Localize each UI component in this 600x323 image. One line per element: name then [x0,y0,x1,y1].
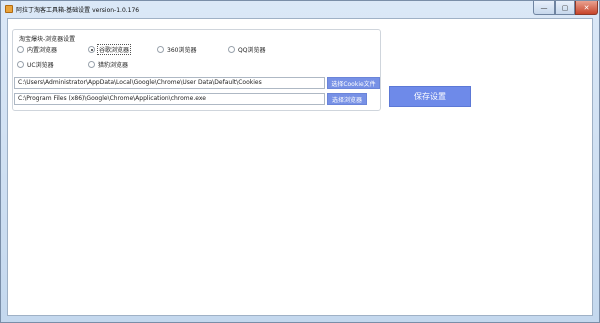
radio-chrome-browser[interactable]: 谷歌浏览器 [88,44,132,55]
save-settings-button[interactable]: 保存设置 [389,86,471,107]
radio-label: UC浏览器 [27,62,54,69]
radio-builtin-browser[interactable]: 内置浏览器 [17,45,57,54]
group-title: 淘宝爆块-浏览器设置 [18,34,77,43]
radio-checked-icon[interactable] [88,46,95,53]
radio-label: QQ浏览器 [238,47,266,54]
title-bar: 阿拉丁淘客工具箱-基础设置 version-1.0.176 — ▢ ✕ [1,1,599,18]
close-icon: ✕ [583,3,590,12]
settings-panel: 淘宝爆块-浏览器设置 内置浏览器 谷歌浏览器 360浏览器 QQ浏览器 UC浏览… [7,18,593,316]
close-button[interactable]: ✕ [575,1,598,15]
radio-label: 谷歌浏览器 [96,44,132,55]
browser-settings-group: 淘宝爆块-浏览器设置 内置浏览器 谷歌浏览器 360浏览器 QQ浏览器 UC浏览… [12,29,381,111]
radio-uc-browser[interactable]: UC浏览器 [17,60,54,69]
radio-label: 猎豹浏览器 [98,62,129,69]
maximize-icon: ▢ [561,3,569,12]
app-window: 阿拉丁淘客工具箱-基础设置 version-1.0.176 — ▢ ✕ 淘宝爆块… [0,0,600,323]
window-title: 阿拉丁淘客工具箱-基础设置 version-1.0.176 [16,7,140,14]
choose-browser-button[interactable]: 选择浏览器 [327,93,367,105]
radio-360-browser[interactable]: 360浏览器 [157,45,196,54]
radio-liebao-browser[interactable]: 猎豹浏览器 [88,60,128,69]
radio-qq-browser[interactable]: QQ浏览器 [228,45,265,54]
radio-icon[interactable] [88,61,95,68]
minimize-button[interactable]: — [533,1,555,15]
minimize-icon: — [540,3,548,12]
browser-path-input[interactable]: C:\Program Files (x86)\Google\Chrome\App… [14,93,325,105]
maximize-button[interactable]: ▢ [555,1,575,15]
choose-cookie-button[interactable]: 选择Cookie文件 [327,77,380,89]
radio-icon[interactable] [157,46,164,53]
radio-label: 内置浏览器 [27,47,58,54]
radio-icon[interactable] [17,46,24,53]
app-icon [5,5,13,13]
radio-icon[interactable] [228,46,235,53]
cookie-path-input[interactable]: C:\Users\Administrator\AppData\Local\Goo… [14,77,325,89]
radio-icon[interactable] [17,61,24,68]
radio-label: 360浏览器 [167,47,197,54]
